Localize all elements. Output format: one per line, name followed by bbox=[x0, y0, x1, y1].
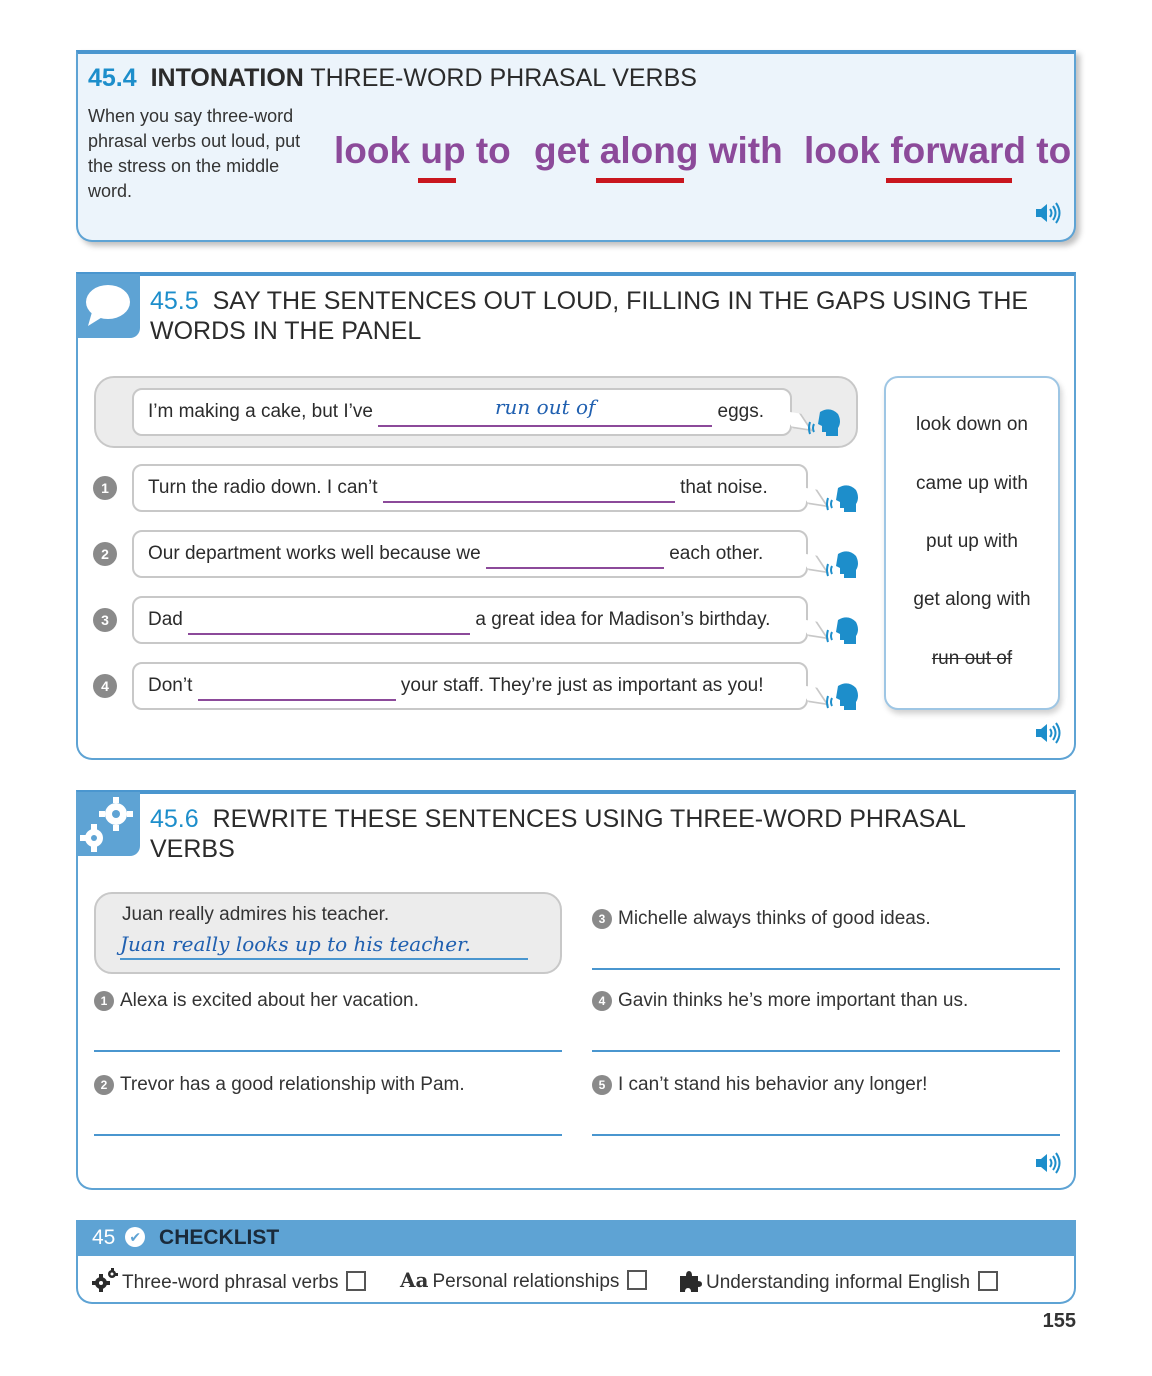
section-title-rest: THREE-WORD PHRASAL VERBS bbox=[310, 64, 697, 92]
checkbox[interactable] bbox=[346, 1271, 367, 1291]
speaking-head-icon bbox=[826, 683, 858, 710]
checklist-item-vocabulary: Aa Personal relationships bbox=[400, 1268, 648, 1293]
handwritten-answer: run out of bbox=[494, 395, 596, 419]
panel-word: put up with bbox=[926, 531, 1018, 552]
panel-word-used: run out of bbox=[931, 648, 1013, 669]
panel-word: look down on bbox=[916, 414, 1028, 435]
phrase-get-along-with: get along with bbox=[534, 130, 783, 183]
sentence-1: Turn the radio down. I can’t that noise. bbox=[132, 464, 830, 512]
audio-speaker-icon[interactable] bbox=[1034, 722, 1062, 744]
speaking-head-icon bbox=[808, 409, 840, 436]
puzzle-piece-icon bbox=[680, 1271, 702, 1292]
sentence-2: Our department works well because we eac… bbox=[132, 530, 830, 578]
handwritten-answer: Juan really looks up to his teacher. bbox=[120, 932, 528, 960]
checkbox[interactable] bbox=[978, 1271, 999, 1291]
answer-gap[interactable] bbox=[382, 473, 675, 503]
checklist-title: CHECKLIST bbox=[159, 1226, 280, 1249]
answer-gap[interactable] bbox=[197, 671, 396, 701]
rewrite-exercise-panel: 45.6 REWRITE THESE SENTENCES USING THREE… bbox=[76, 790, 1076, 1190]
answer-gap[interactable] bbox=[485, 539, 664, 569]
panel-word: get along with bbox=[913, 589, 1031, 610]
speaking-head-icon bbox=[826, 551, 858, 578]
speaking-exercise-panel: 45.5 SAY THE SENTENCES OUT LOUD, FILLING… bbox=[76, 272, 1076, 760]
intonation-description: When you say three-word phrasal verbs ou… bbox=[88, 106, 301, 201]
speaking-head-icon bbox=[826, 617, 858, 644]
checklist-item-grammar: Three-word phrasal verbs bbox=[92, 1268, 367, 1294]
item-number: 2 bbox=[93, 542, 117, 566]
answer-line[interactable] bbox=[94, 1134, 562, 1136]
page-number: 155 bbox=[1042, 1310, 1076, 1332]
section-number: 45.4 bbox=[88, 64, 137, 92]
section-title-45-6: 45.6 REWRITE THESE SENTENCES USING THREE… bbox=[150, 804, 1030, 864]
example-question: Juan really admires his teacher. bbox=[122, 904, 390, 925]
checklist-item-skill: Understanding informal English bbox=[678, 1268, 999, 1294]
answer-gap: run out of bbox=[378, 395, 713, 427]
audio-speaker-icon[interactable] bbox=[1034, 1152, 1062, 1174]
section-title-text: REWRITE THESE SENTENCES USING THREE-WORD… bbox=[150, 805, 965, 863]
panel-word: came up with bbox=[916, 473, 1028, 494]
checkmark-icon: ✔ bbox=[125, 1227, 146, 1247]
section-title-45-5: 45.5 SAY THE SENTENCES OUT LOUD, FILLING… bbox=[150, 286, 1030, 346]
phrase-look-forward-to: look forward to bbox=[804, 130, 1071, 183]
section-title-text: SAY THE SENTENCES OUT LOUD, FILLING IN T… bbox=[150, 287, 1029, 345]
word-panel: look down on came up with put up with ge… bbox=[884, 376, 1060, 710]
item-number: 4 bbox=[93, 674, 117, 698]
section-title-bold: INTONATION bbox=[150, 64, 304, 92]
stress-underline bbox=[596, 178, 684, 183]
audio-speaker-icon[interactable] bbox=[1034, 202, 1062, 224]
example-box: I’m making a cake, but I’ve run out of e… bbox=[94, 376, 858, 448]
sentence-3: Dad a great idea for Madison’s birthday. bbox=[132, 596, 830, 644]
checklist-header: 45 ✔ CHECKLIST bbox=[76, 1220, 1076, 1256]
stress-underline bbox=[886, 178, 1012, 183]
unit-number: 45 bbox=[92, 1226, 116, 1249]
checklist-panel: 45 ✔ CHECKLIST Three-word phrasal verbs … bbox=[76, 1220, 1076, 1304]
checkbox[interactable] bbox=[627, 1270, 648, 1290]
speech-bubble-icon bbox=[76, 274, 140, 338]
item-number: 3 bbox=[93, 608, 117, 632]
rewrite-item-3: 3 Michelle always thinks of good ideas. bbox=[592, 908, 931, 930]
checklist-label: Understanding informal English bbox=[706, 1272, 971, 1293]
section-number: 45.5 bbox=[150, 287, 199, 315]
rewrite-item-5: 5I can’t stand his behavior any longer! bbox=[592, 1074, 927, 1096]
answer-line[interactable] bbox=[592, 968, 1060, 970]
sentence-4: Don’t your staff. They’re just as import… bbox=[132, 662, 830, 710]
speaking-head-icon bbox=[826, 485, 858, 512]
rewrite-item-2: 2 Trevor has a good relationship with Pam… bbox=[94, 1074, 465, 1096]
vocabulary-icon: Aa bbox=[400, 1268, 429, 1292]
answer-line[interactable] bbox=[94, 1050, 562, 1052]
example-sentence: I’m making a cake, but I’ve run out of e… bbox=[132, 388, 814, 436]
section-title-45-4: 45.4 INTONATION THREE-WORD PHRASAL VERBS bbox=[88, 64, 697, 93]
gears-icon bbox=[76, 792, 140, 856]
answer-line[interactable] bbox=[592, 1134, 1060, 1136]
checklist-label: Three-word phrasal verbs bbox=[122, 1272, 339, 1293]
item-number: 1 bbox=[93, 476, 117, 500]
rewrite-item-4: 4 Gavin thinks he’s more important than u… bbox=[592, 990, 968, 1012]
stress-underline bbox=[418, 178, 456, 183]
answer-gap[interactable] bbox=[188, 605, 471, 635]
example-box: Juan really admires his teacher. Juan re… bbox=[94, 892, 562, 974]
gears-icon bbox=[92, 1268, 118, 1292]
phrase-look-up-to: look up to bbox=[334, 130, 511, 183]
intonation-panel: 45.4 INTONATION THREE-WORD PHRASAL VERBS… bbox=[76, 50, 1076, 242]
section-number: 45.6 bbox=[150, 805, 199, 833]
checklist-label: Personal relationships bbox=[432, 1271, 620, 1292]
rewrite-item-1: 1 Alexa is excited about her vacation. bbox=[94, 990, 419, 1012]
answer-line[interactable] bbox=[592, 1050, 1060, 1052]
